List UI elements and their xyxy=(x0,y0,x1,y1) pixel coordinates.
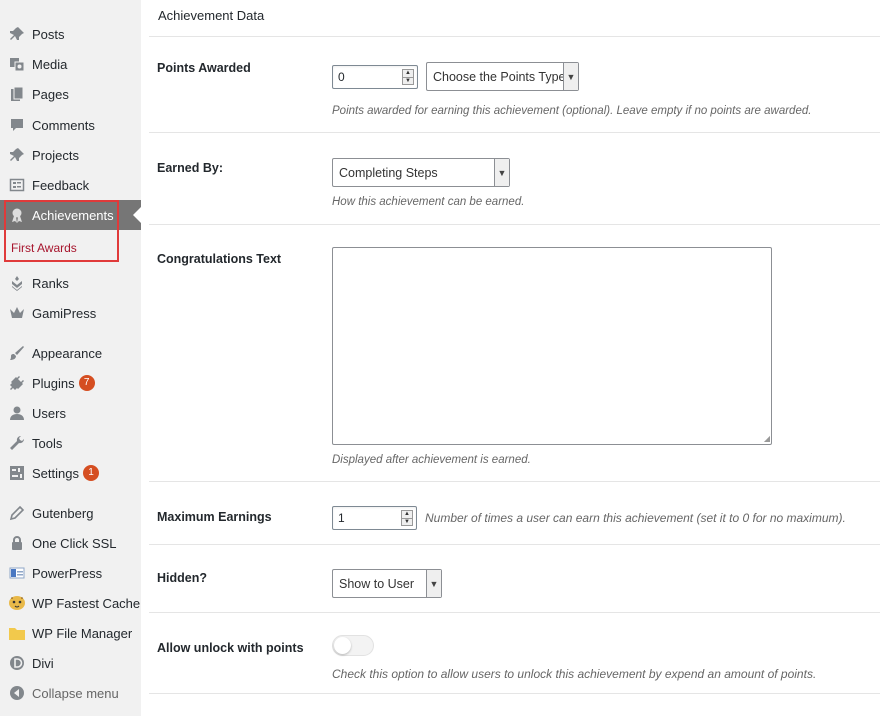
sidebar-item-users[interactable]: Users xyxy=(0,398,141,428)
chevron-down-icon: ▼ xyxy=(426,570,441,597)
points-type-select[interactable]: Choose the Points Type ▼ xyxy=(426,62,579,91)
folder-icon xyxy=(0,625,32,641)
divider xyxy=(149,132,880,133)
divider xyxy=(149,224,880,225)
spinner-down-icon[interactable]: ▼ xyxy=(402,519,412,526)
allow-unlock-toggle[interactable] xyxy=(332,635,374,656)
plug-icon xyxy=(0,375,32,391)
collapse-icon xyxy=(0,685,32,701)
sidebar-item-appearance[interactable]: Appearance xyxy=(0,338,141,368)
earned-by-label: Earned By: xyxy=(157,161,223,175)
brush-icon xyxy=(0,345,32,361)
allow-unlock-label: Allow unlock with points xyxy=(157,641,304,655)
pushpin-icon xyxy=(0,26,32,42)
sidebar-item-wp-fastest-cache[interactable]: WP Fastest Cache xyxy=(0,588,141,618)
divider xyxy=(149,612,880,613)
sidebar-item-projects[interactable]: Projects xyxy=(0,140,141,170)
divider xyxy=(149,544,880,545)
user-icon xyxy=(0,405,32,421)
hidden-select[interactable]: Show to User ▼ xyxy=(332,569,442,598)
points-spinner[interactable]: ▲ ▼ xyxy=(402,69,414,85)
allow-unlock-description: Check this option to allow users to unlo… xyxy=(332,667,817,681)
cheetah-icon xyxy=(0,594,32,612)
sidebar-item-ranks[interactable]: Ranks xyxy=(0,268,141,298)
settings-icon xyxy=(0,465,32,481)
wrench-icon xyxy=(0,435,32,451)
sidebar-item-media[interactable]: Media xyxy=(0,49,141,79)
maximum-earnings-description: Number of times a user can earn this ach… xyxy=(425,511,846,525)
sidebar-item-pages[interactable]: Pages xyxy=(0,79,141,109)
sidebar-item-plugins[interactable]: Plugins 7 xyxy=(0,368,141,398)
highlight-box xyxy=(4,200,119,262)
feedback-icon xyxy=(0,177,32,193)
chevron-down-icon: ▼ xyxy=(494,159,509,186)
chevron-down-icon: ▼ xyxy=(563,63,578,90)
lock-icon xyxy=(0,535,32,551)
sidebar-item-one-click-ssl[interactable]: One Click SSL xyxy=(0,528,141,558)
points-awarded-input[interactable]: 0 ▲ ▼ xyxy=(332,65,418,89)
plugins-update-badge: 7 xyxy=(78,375,95,391)
earned-by-description: How this achievement can be earned. xyxy=(332,196,525,208)
congratulations-textarea[interactable]: ◢ xyxy=(332,247,772,445)
congratulations-description: Displayed after achievement is earned. xyxy=(332,454,531,466)
earned-by-select[interactable]: Completing Steps ▼ xyxy=(332,158,510,187)
sidebar-item-gamipress[interactable]: GamiPress xyxy=(0,298,141,328)
divi-icon xyxy=(0,655,32,671)
spinner-up-icon[interactable]: ▲ xyxy=(402,511,412,519)
toggle-knob xyxy=(334,637,351,654)
admin-sidebar: Posts Media Pages Comments Projects Feed… xyxy=(0,0,141,716)
spinner-up-icon[interactable]: ▲ xyxy=(403,70,413,78)
sidebar-item-gutenberg[interactable]: Gutenberg xyxy=(0,498,141,528)
maximum-earnings-label: Maximum Earnings xyxy=(157,510,272,524)
ranks-icon xyxy=(0,275,32,291)
sidebar-item-powerpress[interactable]: PowerPress xyxy=(0,558,141,588)
sidebar-item-divi[interactable]: Divi xyxy=(0,648,141,678)
sidebar-item-feedback[interactable]: Feedback xyxy=(0,170,141,200)
achievement-data-panel: Achievement Data Points Awarded 0 ▲ ▼ Cho… xyxy=(141,0,880,716)
hidden-label: Hidden? xyxy=(157,571,207,585)
box-title: Achievement Data xyxy=(158,8,265,23)
sidebar-item-comments[interactable]: Comments xyxy=(0,110,141,140)
pushpin-icon xyxy=(0,147,32,163)
sidebar-item-wp-file-manager[interactable]: WP File Manager xyxy=(0,618,141,648)
pages-icon xyxy=(0,86,32,102)
divider xyxy=(149,693,880,694)
maximum-earnings-input[interactable]: 1 ▲ ▼ xyxy=(332,506,417,530)
collapse-menu-button[interactable]: Collapse menu xyxy=(0,678,141,708)
congratulations-text-label: Congratulations Text xyxy=(157,252,282,266)
sidebar-item-settings[interactable]: Settings 1 xyxy=(0,458,141,488)
media-icon xyxy=(0,56,32,72)
points-awarded-label: Points Awarded xyxy=(157,61,251,75)
comment-icon xyxy=(0,117,32,133)
crown-icon xyxy=(0,305,32,321)
settings-update-badge: 1 xyxy=(82,465,99,481)
max-earnings-spinner[interactable]: ▲ ▼ xyxy=(401,510,413,526)
points-awarded-description: Points awarded for earning this achievem… xyxy=(332,105,812,117)
resize-handle-icon[interactable]: ◢ xyxy=(764,434,770,443)
spinner-down-icon[interactable]: ▼ xyxy=(403,78,413,85)
sidebar-item-posts[interactable]: Posts xyxy=(0,19,141,49)
pencil-icon xyxy=(0,505,32,521)
sidebar-item-tools[interactable]: Tools xyxy=(0,428,141,458)
powerpress-icon xyxy=(0,565,32,581)
divider xyxy=(149,481,880,482)
divider xyxy=(149,36,880,37)
